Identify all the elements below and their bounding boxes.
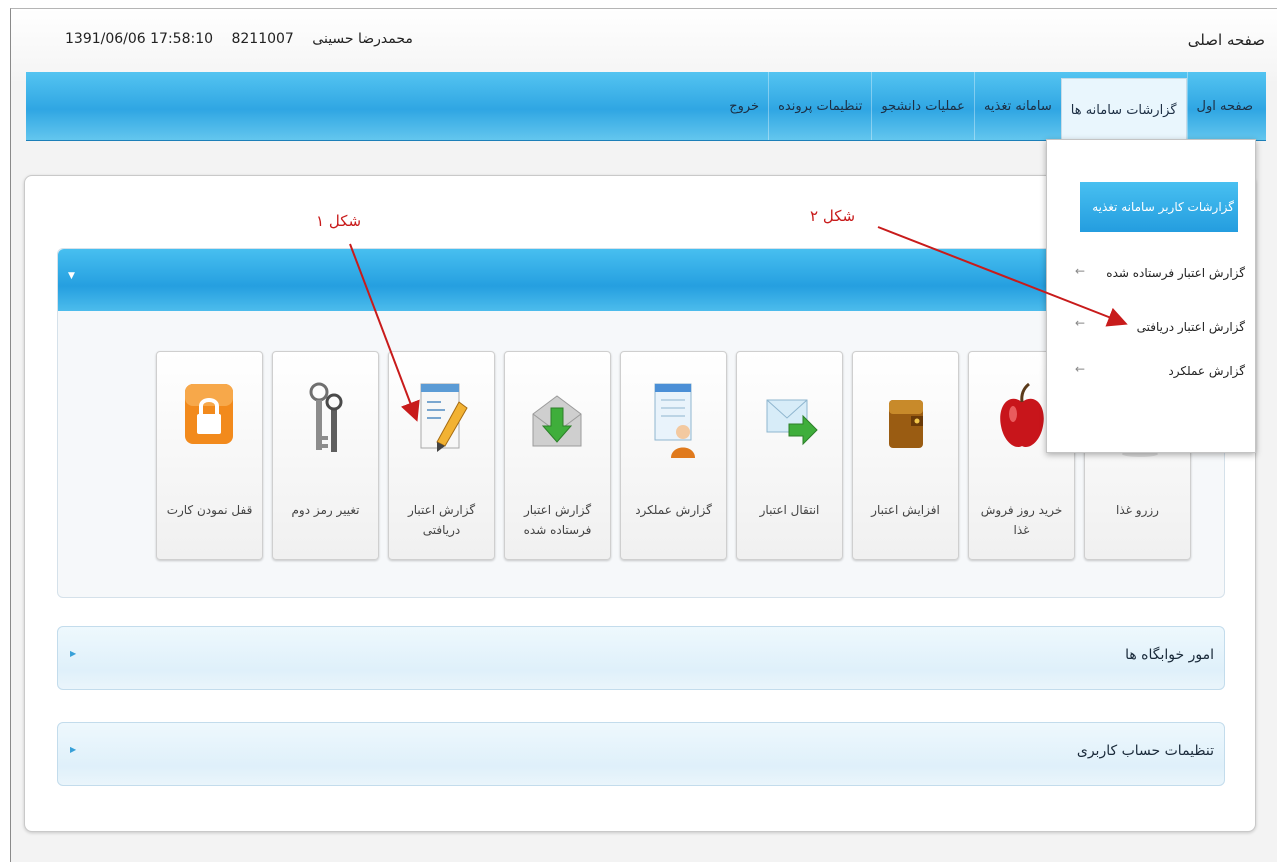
dropdown-header-label: گزارشات کاربر سامانه تغذیه (1092, 200, 1234, 214)
nav-item-home[interactable]: صفحه اول (1186, 72, 1262, 140)
tile-label: تغییر رمز دوم (291, 503, 360, 517)
keys-icon (309, 382, 343, 452)
tiles-grid: رزرو غذا خرید روز فروش غذا افزایش اعتبار (156, 351, 1191, 560)
notepad-pencil-icon (420, 383, 468, 452)
tile-label: گزارش عملکرد (635, 503, 712, 517)
nav-item-student-operations[interactable]: عملیات دانشجو (871, 72, 974, 140)
dropdown-item-performance[interactable]: گزارش عملکرد (1168, 364, 1245, 378)
envelope-arrow-icon (766, 399, 818, 446)
tile-label: انتقال اعتبار (759, 503, 820, 517)
dropdown-item-sent-credit[interactable]: گزارش اعتبار فرستاده شده (1106, 266, 1245, 280)
page-title: صفحه اصلی (1187, 31, 1265, 49)
expand-arrow-icon: ▶ (70, 745, 77, 754)
title-bar: 1391/06/06 17:58:10 8211007 محمدرضا حسین… (11, 9, 1277, 81)
user-name: محمدرضا حسینی (312, 31, 413, 47)
back-arrow-icon: ← (1075, 264, 1086, 278)
apple-icon (1000, 382, 1044, 448)
tile-received-credit-report[interactable]: گزارش اعتبار دریافتی (388, 351, 495, 560)
back-arrow-icon: ← (1075, 362, 1086, 376)
lock-icon (185, 384, 233, 444)
tile-sent-credit-report[interactable]: گزارش اعتبار فرستاده شده (504, 351, 611, 560)
nav-item-nutrition-system[interactable]: سامانه تغذیه (973, 72, 1061, 140)
tile-label: قفل نمودن کارت (166, 503, 253, 517)
dropdown-item-received-credit[interactable]: گزارش اعتبار دریافتی (1137, 320, 1245, 334)
accordion-label: امور خوابگاه ها (1125, 647, 1214, 663)
tile-label: خرید روز فروش غذا (980, 503, 1063, 537)
accordion-account-settings[interactable]: تنظیمات حساب کاربری ▶ (57, 722, 1225, 786)
expand-arrow-icon: ▶ (70, 649, 77, 658)
nav-item-file-settings[interactable]: تنظیمات پرونده (768, 72, 871, 140)
tile-label: گزارش اعتبار دریافتی (407, 503, 476, 537)
mail-download-icon (532, 395, 582, 447)
tile-transfer-credit[interactable]: انتقال اعتبار (736, 351, 843, 560)
tile-change-second-password[interactable]: تغییر رمز دوم (272, 351, 379, 560)
datetime: 1391/06/06 17:58:10 (65, 31, 214, 47)
tile-label: رزرو غذا (1116, 503, 1159, 517)
tile-label: افزایش اعتبار (871, 503, 940, 517)
back-arrow-icon: ← (1075, 316, 1086, 330)
reports-dropdown-menu: گزارشات کاربر سامانه تغذیه گزارش اعتبار … (1046, 139, 1256, 453)
tile-lock-card[interactable]: قفل نمودن کارت (156, 351, 263, 560)
annotation-figure-2: شکل ۲ (810, 207, 856, 225)
collapse-arrow-icon[interactable]: ▼ (68, 271, 75, 281)
user-info: 1391/06/06 17:58:10 8211007 محمدرضا حسین… (65, 31, 427, 47)
nav-item-system-reports[interactable]: گزارشات سامانه ها (1060, 78, 1187, 141)
student-id: 8211007 (231, 31, 294, 47)
tile-increase-credit[interactable]: افزایش اعتبار (852, 351, 959, 560)
tile-label: گزارش اعتبار فرستاده شده (523, 503, 592, 537)
tile-performance-report[interactable]: گزارش عملکرد (620, 351, 727, 560)
annotation-figure-1: شکل ۱ (316, 212, 362, 230)
wallet-icon (889, 400, 923, 448)
dropdown-header[interactable]: گزارشات کاربر سامانه تغذیه (1080, 182, 1238, 232)
main-nav: صفحه اول گزارشات سامانه ها سامانه تغذیه … (26, 72, 1266, 141)
accordion-label: تنظیمات حساب کاربری (1076, 743, 1214, 759)
accordion-dormitory-affairs[interactable]: امور خوابگاه ها ▶ (57, 626, 1225, 690)
nav-item-logout[interactable]: خروج (720, 72, 768, 140)
user-report-icon (654, 383, 695, 458)
